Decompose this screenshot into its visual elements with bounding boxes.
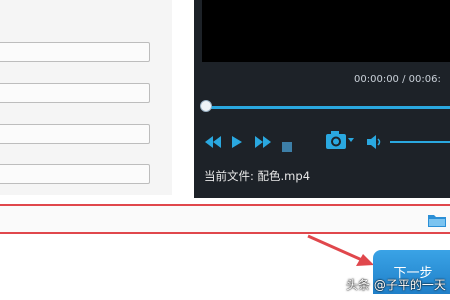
- seek-handle[interactable]: [200, 100, 212, 112]
- volume-slider[interactable]: [390, 141, 450, 143]
- settings-field-4[interactable]: [0, 164, 150, 184]
- current-file-label: 当前文件:: [204, 169, 254, 183]
- seek-bar[interactable]: [206, 106, 450, 109]
- settings-field-2[interactable]: [0, 83, 150, 103]
- rewind-icon[interactable]: [204, 134, 222, 153]
- folder-icon[interactable]: [427, 212, 447, 232]
- camera-icon[interactable]: [325, 129, 355, 155]
- panel-gap: [172, 0, 194, 198]
- video-preview: [202, 0, 450, 62]
- current-file-name: 配色.mp4: [257, 169, 311, 183]
- settings-panel: [0, 0, 173, 195]
- settings-field-3[interactable]: [0, 124, 150, 144]
- watermark: 头条 @子平的一天: [346, 278, 446, 292]
- red-arrow-icon: [300, 230, 380, 274]
- stop-icon[interactable]: [282, 137, 292, 156]
- volume-icon[interactable]: [366, 134, 384, 154]
- settings-field-1[interactable]: [0, 42, 150, 62]
- video-player: 00:00:00 / 00:06: 当前文件: 配色.mp4: [194, 0, 450, 198]
- fast-forward-icon[interactable]: [254, 134, 272, 153]
- play-icon[interactable]: [231, 134, 243, 153]
- current-file-info: 当前文件: 配色.mp4: [204, 168, 310, 184]
- time-readout: 00:00:00 / 00:06:: [354, 74, 441, 85]
- output-path-field[interactable]: [0, 204, 450, 234]
